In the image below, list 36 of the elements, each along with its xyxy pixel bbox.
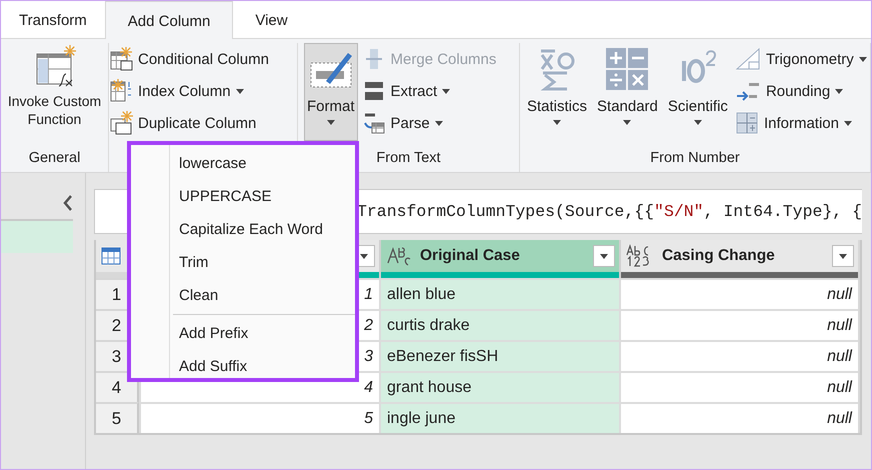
ribbon-button[interactable]: Parse bbox=[362, 111, 496, 135]
ribbon-button[interactable]: Rounding bbox=[734, 79, 867, 103]
table-cell: curtis drake bbox=[378, 309, 619, 340]
group-label: From Text bbox=[376, 150, 441, 166]
table-cell: null bbox=[618, 340, 858, 371]
column-header[interactable]: Casing Change bbox=[618, 240, 858, 272]
table-cell: null bbox=[618, 371, 858, 402]
ribbon-button[interactable]: Trigonometry bbox=[734, 47, 867, 71]
group-label: From Number bbox=[650, 150, 740, 166]
ribbon-button[interactable]: Scientific bbox=[664, 43, 731, 144]
table-cell: allen blue bbox=[378, 278, 619, 309]
ribbon-button[interactable]: Invoke Custom Function bbox=[1, 43, 108, 144]
ribbon-tab[interactable]: View bbox=[233, 1, 310, 39]
ribbon-button[interactable]: Index Column bbox=[109, 79, 269, 103]
row-number: 5 bbox=[96, 402, 139, 433]
ribbon-button[interactable]: Extract bbox=[362, 79, 496, 103]
table-cell: ingle june bbox=[378, 402, 619, 433]
ribbon-button[interactable]: Information bbox=[734, 111, 867, 135]
ribbon-button[interactable]: Duplicate Column bbox=[109, 111, 269, 135]
group-label: General bbox=[28, 150, 80, 166]
ribbon-tab[interactable]: Add Column bbox=[104, 1, 234, 40]
column-header[interactable]: Original Case bbox=[378, 240, 619, 272]
menu-item[interactable]: Trim bbox=[131, 246, 355, 279]
ribbon-button[interactable]: Statistics bbox=[524, 43, 590, 144]
ribbon-button[interactable]: Standard bbox=[594, 43, 661, 144]
ribbon-tab[interactable]: Transform bbox=[1, 1, 105, 39]
table-cell: null bbox=[618, 309, 858, 340]
ribbon-button[interactable]: Format bbox=[304, 43, 358, 141]
table-cell: 5 bbox=[138, 402, 379, 433]
table-cell: grant house bbox=[378, 371, 619, 402]
menu-item[interactable]: lowercase bbox=[131, 147, 355, 180]
table-cell: null bbox=[618, 278, 858, 309]
ribbon-button[interactable]: Conditional Column bbox=[109, 47, 269, 71]
table-cell: null bbox=[618, 402, 858, 433]
row-number: 4 bbox=[96, 371, 139, 402]
table-cell: eBenezer fisSH bbox=[378, 340, 619, 371]
